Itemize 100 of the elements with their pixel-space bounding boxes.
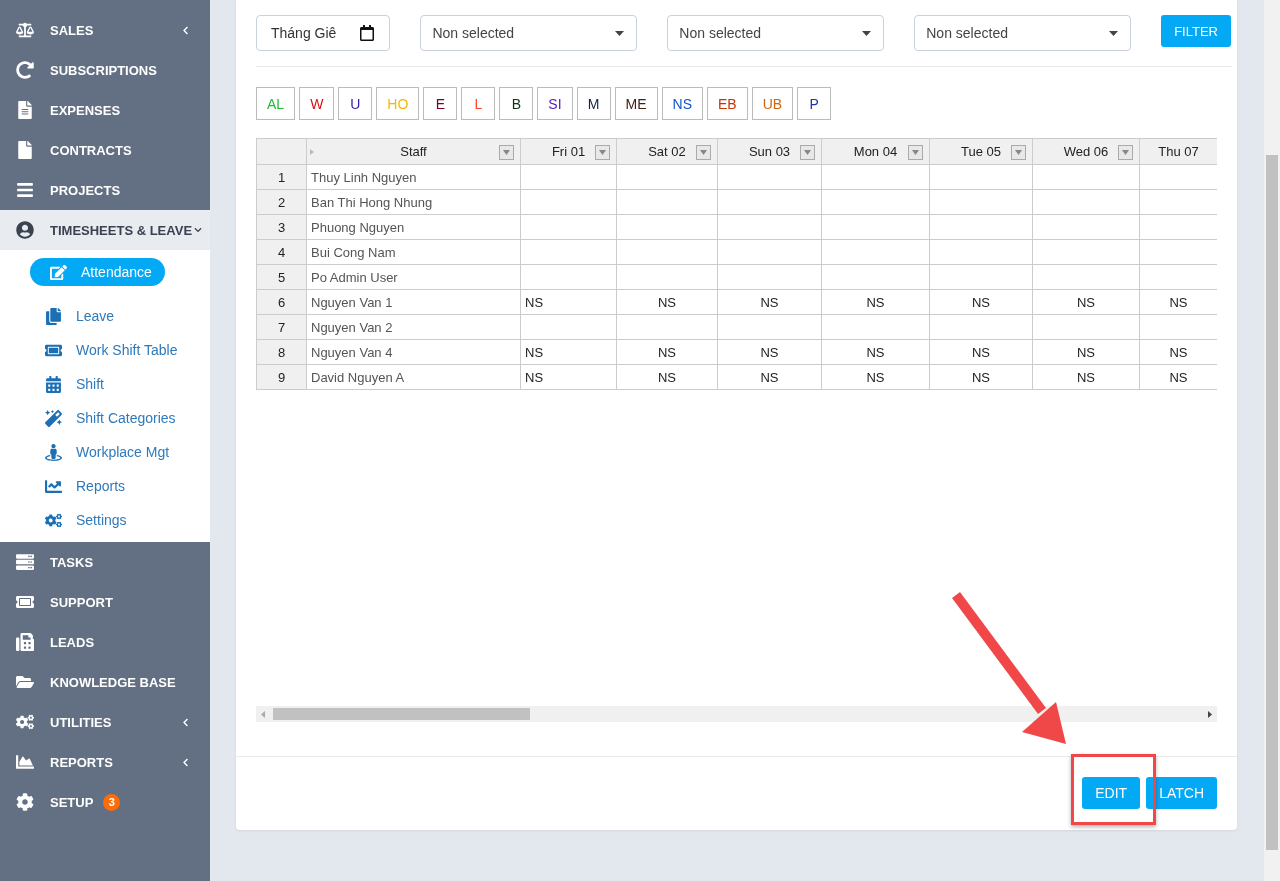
filter-dropdown-icon[interactable] bbox=[499, 144, 514, 160]
sidebar-label: UTILITIES bbox=[50, 714, 112, 730]
sidebar-item[interactable]: TIMESHEETS & LEAVE bbox=[0, 210, 210, 250]
row-number: 6 bbox=[256, 289, 307, 315]
submenu-item[interactable]: Leave bbox=[30, 302, 210, 330]
row-number: 4 bbox=[256, 239, 307, 265]
legend-tag: AL bbox=[256, 87, 296, 120]
sidebar-item[interactable]: LEADS bbox=[0, 622, 210, 662]
table-cell: NS bbox=[929, 339, 1033, 365]
legend-tag: NS bbox=[661, 87, 704, 120]
sidebar-item[interactable]: SETUP 3 bbox=[0, 782, 210, 822]
filter-dropdown-icon[interactable] bbox=[800, 144, 815, 160]
chevron-left-icon bbox=[181, 717, 190, 727]
legend-tag: W bbox=[299, 87, 335, 120]
sidebar-label: SALES bbox=[50, 22, 94, 38]
submenu-item[interactable]: Settings bbox=[30, 506, 210, 534]
chevron-left-icon bbox=[181, 25, 190, 35]
legend-tag: HO bbox=[376, 87, 420, 120]
caret-icon bbox=[615, 30, 625, 36]
gears-icon bbox=[16, 713, 34, 731]
sidebar-item[interactable]: SUBSCRIPTIONS bbox=[0, 50, 210, 90]
chevron-down-icon bbox=[194, 226, 203, 234]
table-cell: NS bbox=[929, 289, 1033, 315]
table-cell: NS bbox=[616, 289, 718, 315]
dropdown-select[interactable]: Non selected bbox=[667, 15, 885, 51]
submenu-item[interactable]: Reports bbox=[30, 472, 210, 500]
sidebar-item[interactable]: KNOWLEDGE BASE bbox=[0, 662, 210, 702]
filter-dropdown-icon[interactable] bbox=[1011, 144, 1026, 160]
magic-wand-icon bbox=[45, 409, 62, 427]
sidebar-item[interactable]: TASKS bbox=[0, 542, 210, 582]
submenu-item[interactable]: Workplace Mgt bbox=[30, 438, 210, 466]
dropdown-select[interactable]: Non selected bbox=[914, 15, 1132, 51]
legend-tag: EB bbox=[707, 87, 748, 120]
sidebar-label: TIMESHEETS & LEAVE bbox=[50, 222, 193, 238]
triangle-left-icon[interactable] bbox=[261, 710, 265, 718]
gears-icon bbox=[45, 511, 62, 529]
line-chart-icon bbox=[45, 477, 62, 495]
table-cell: Po Admin User bbox=[306, 264, 521, 290]
row-number: 7 bbox=[256, 314, 307, 340]
triangle-right-icon[interactable] bbox=[1208, 710, 1212, 718]
submenu-item[interactable]: Work Shift Table bbox=[30, 336, 210, 364]
sidebar-label: REPORTS bbox=[50, 754, 113, 770]
caret-icon bbox=[1109, 30, 1119, 36]
sidebar-item[interactable]: SALES bbox=[0, 10, 210, 50]
table-cell: Nguyen Van 2 bbox=[306, 314, 521, 340]
column-header: Tue 05 bbox=[929, 138, 1033, 165]
calendar-icon bbox=[45, 375, 62, 393]
dropdown-select[interactable]: Non selected bbox=[420, 15, 638, 51]
submenu-item[interactable]: Shift Categories bbox=[30, 404, 210, 432]
column-header: Thu 07 bbox=[1139, 138, 1217, 165]
table-cell: Nguyen Van 1 bbox=[306, 289, 521, 315]
table-cell: NS bbox=[821, 364, 930, 390]
sidebar-item[interactable]: EXPENSES bbox=[0, 90, 210, 130]
table-cell: Thuy Linh Nguyen bbox=[306, 164, 521, 190]
table-cell: NS bbox=[821, 339, 930, 365]
list-icon bbox=[16, 181, 34, 199]
horizontal-scrollbar[interactable] bbox=[256, 706, 1217, 722]
count-badge: 3 bbox=[103, 793, 121, 811]
sidebar-item[interactable]: SUPPORT bbox=[0, 582, 210, 622]
table-cell: NS bbox=[717, 289, 822, 315]
legend-tag: L bbox=[461, 87, 496, 120]
legend-tag: U bbox=[338, 87, 373, 120]
filter-dropdown-icon[interactable] bbox=[1118, 144, 1133, 160]
file-icon bbox=[16, 141, 34, 159]
table-cell: NS bbox=[616, 364, 718, 390]
filter-dropdown-icon[interactable] bbox=[908, 144, 923, 160]
vertical-scrollbar[interactable] bbox=[1264, 0, 1280, 881]
latch-button[interactable]: LATCH bbox=[1146, 777, 1217, 809]
sidebar-item[interactable]: REPORTS bbox=[0, 742, 210, 782]
legend-tag: B bbox=[499, 87, 534, 120]
legend-tag: M bbox=[576, 87, 611, 120]
sidebar-item[interactable]: UTILITIES bbox=[0, 702, 210, 742]
sidebar-label: PROJECTS bbox=[50, 182, 121, 198]
document-icon bbox=[16, 101, 34, 119]
month-field[interactable]: Tháng Giê bbox=[256, 15, 391, 51]
legend-tag: SI bbox=[537, 87, 573, 120]
submenu-item[interactable]: Attendance bbox=[30, 258, 165, 286]
edit-button[interactable]: EDIT bbox=[1082, 777, 1141, 809]
settings-icon bbox=[16, 793, 34, 811]
sidebar-item[interactable]: CONTRACTS bbox=[0, 130, 210, 170]
legend-tag: UB bbox=[751, 87, 794, 120]
server-icon bbox=[16, 553, 34, 571]
column-header: Sun 03 bbox=[717, 138, 822, 165]
submenu-item[interactable]: Shift bbox=[30, 370, 210, 398]
filter-dropdown-icon[interactable] bbox=[696, 144, 711, 160]
table-cell: Phuong Nguyen bbox=[306, 214, 521, 240]
triangle-icon bbox=[310, 148, 314, 155]
calendar-icon bbox=[359, 25, 376, 41]
column-header: Staff bbox=[306, 138, 521, 165]
sidebar-label: TASKS bbox=[50, 554, 94, 570]
sidebar-item[interactable]: PROJECTS bbox=[0, 170, 210, 210]
filter-button[interactable]: FILTER bbox=[1161, 15, 1231, 47]
sidebar-label: SUPPORT bbox=[50, 594, 113, 610]
column-header: Sat 02 bbox=[616, 138, 718, 165]
filter-dropdown-icon[interactable] bbox=[595, 144, 610, 160]
row-number: 3 bbox=[256, 214, 307, 240]
column-header: Fri 01 bbox=[520, 138, 617, 165]
table-cell: NS bbox=[520, 339, 617, 365]
table-cell: NS bbox=[717, 339, 822, 365]
row-number: 5 bbox=[256, 264, 307, 290]
